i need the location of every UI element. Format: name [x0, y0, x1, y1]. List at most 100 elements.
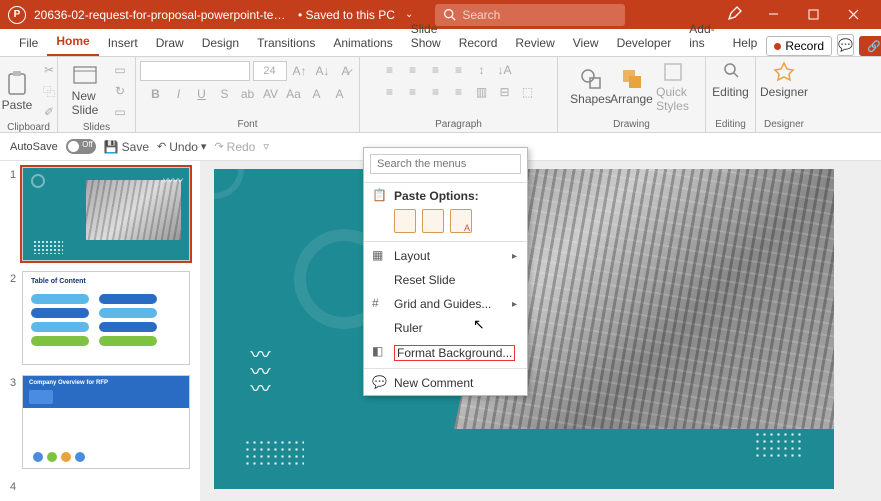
italic-button[interactable]: I — [169, 85, 189, 103]
clipboard-icon — [6, 70, 28, 96]
tab-home[interactable]: Home — [47, 30, 98, 56]
decrease-font-button[interactable]: A↓ — [313, 62, 333, 80]
paste-keep-formatting[interactable] — [394, 209, 416, 233]
font-size-select[interactable]: 24 — [253, 61, 287, 81]
maximize-button[interactable] — [793, 0, 833, 29]
shadow-button[interactable]: ab — [238, 85, 258, 103]
search-box[interactable]: Search — [435, 4, 625, 26]
align-right-button[interactable]: ≡ — [426, 83, 446, 101]
menu-ruler[interactable]: Ruler — [364, 316, 527, 340]
pen-icon[interactable] — [727, 5, 743, 24]
arrange-icon — [621, 68, 643, 90]
layout-button[interactable]: ▭ — [110, 61, 130, 79]
menu-layout[interactable]: ▦Layout▸ — [364, 244, 527, 268]
cut-button[interactable]: ✂ — [39, 61, 59, 79]
mouse-cursor-icon: ↖ — [473, 316, 485, 333]
share-button[interactable]: 🔗 Share ▾ — [859, 36, 881, 56]
format-painter-button[interactable]: ✐ — [39, 103, 59, 121]
tab-view[interactable]: View — [564, 32, 608, 56]
tab-file[interactable]: File — [10, 32, 47, 56]
tab-animations[interactable]: Animations — [324, 32, 401, 56]
tab-insert[interactable]: Insert — [99, 32, 147, 56]
slide-canvas[interactable]: 〰〰〰 〰〰〰〰 — [200, 161, 881, 501]
menu-format-background[interactable]: ◧Format Background... — [364, 340, 527, 366]
tab-developer[interactable]: Developer — [608, 32, 681, 56]
slide-thumbnail-3[interactable]: Company Overview for RFP — [22, 375, 190, 469]
bold-button[interactable]: B — [146, 85, 166, 103]
spacing-button[interactable]: AV — [261, 85, 281, 103]
paste-text-only[interactable]: A — [450, 209, 472, 233]
layout-icon: ▦ — [372, 248, 386, 262]
tab-design[interactable]: Design — [193, 32, 248, 56]
text-direction-button[interactable]: ↓A — [495, 61, 515, 79]
bullets-button[interactable]: ≡ — [380, 61, 400, 79]
paste-picture[interactable] — [422, 209, 444, 233]
chevron-right-icon: ▸ — [512, 251, 517, 262]
case-button[interactable]: Aa — [284, 85, 304, 103]
comments-button[interactable]: 💬 — [837, 34, 854, 56]
group-paragraph-label: Paragraph — [435, 119, 482, 130]
shapes-icon — [580, 68, 602, 90]
strike-button[interactable]: S — [215, 85, 235, 103]
line-spacing-button[interactable]: ↕ — [472, 61, 492, 79]
chevron-right-icon: ▸ — [512, 299, 517, 310]
menu-search-input[interactable] — [370, 154, 521, 174]
redo-button[interactable]: ↷ Redo — [214, 140, 255, 154]
font-family-select[interactable] — [140, 61, 250, 81]
menu-grid-guides[interactable]: #Grid and Guides...▸ — [364, 292, 527, 316]
quick-styles-button[interactable]: Quick Styles — [654, 61, 692, 113]
slide-thumbnail-1[interactable]: 〰〰 — [22, 167, 190, 261]
shapes-button[interactable]: Shapes — [572, 68, 610, 106]
smartart-button[interactable]: ⬚ — [518, 83, 538, 101]
underline-button[interactable]: U — [192, 85, 212, 103]
designer-button[interactable]: Designer — [765, 61, 803, 99]
tab-review[interactable]: Review — [506, 32, 563, 56]
minimize-button[interactable] — [753, 0, 793, 29]
justify-button[interactable]: ≡ — [449, 83, 469, 101]
menu-new-comment[interactable]: 💬New Comment — [364, 371, 527, 395]
reset-button[interactable]: ↻ — [110, 82, 130, 100]
paste-button[interactable]: Paste — [0, 70, 36, 112]
undo-button[interactable]: ↶ Undo ▾ — [157, 140, 206, 154]
tab-help[interactable]: Help — [724, 32, 767, 56]
autosave-toggle[interactable]: Off — [66, 139, 96, 154]
record-button[interactable]: Record — [766, 36, 832, 56]
increase-font-button[interactable]: A↑ — [290, 62, 310, 80]
close-button[interactable] — [833, 0, 873, 29]
editing-icon — [722, 61, 740, 83]
align-center-button[interactable]: ≡ — [403, 83, 423, 101]
align-text-button[interactable]: ⊟ — [495, 83, 515, 101]
new-slide-icon — [72, 65, 98, 87]
group-drawing-label: Drawing — [613, 119, 650, 130]
new-slide-button[interactable]: New Slide — [63, 65, 107, 117]
align-left-button[interactable]: ≡ — [380, 83, 400, 101]
tab-addins[interactable]: Add-ins — [680, 18, 723, 56]
slide-thumbnail-2[interactable]: Table of Content — [22, 271, 190, 365]
tab-slideshow[interactable]: Slide Show — [402, 18, 450, 56]
columns-button[interactable]: ▥ — [472, 83, 492, 101]
group-editing-label: Editing — [715, 119, 746, 130]
save-status[interactable]: • Saved to this PC — [298, 8, 395, 22]
tab-transitions[interactable]: Transitions — [248, 32, 324, 56]
menu-reset-slide[interactable]: Reset Slide — [364, 268, 527, 292]
section-button[interactable]: ▭ — [110, 103, 130, 121]
group-font-label: Font — [237, 119, 257, 130]
tab-record[interactable]: Record — [450, 32, 507, 56]
group-clipboard-label: Clipboard — [7, 122, 50, 133]
decrease-indent-button[interactable]: ≡ — [426, 61, 446, 79]
increase-indent-button[interactable]: ≡ — [449, 61, 469, 79]
highlight-button[interactable]: A — [307, 85, 327, 103]
numbering-button[interactable]: ≡ — [403, 61, 423, 79]
font-color-button[interactable]: A — [330, 85, 350, 103]
qat-customize[interactable]: ▿ — [263, 140, 269, 153]
slide-thumbnails-panel: 1 〰〰 2 Table of Content 3 Company Ove — [0, 161, 200, 501]
clipboard-icon: 📋 — [372, 188, 386, 202]
tab-draw[interactable]: Draw — [147, 32, 193, 56]
clear-format-button[interactable]: A̷ — [336, 62, 356, 80]
save-button[interactable]: 💾Save — [104, 140, 149, 154]
editing-button[interactable]: Editing — [712, 61, 750, 99]
arrange-button[interactable]: Arrange — [613, 68, 651, 106]
thumb-number: 2 — [10, 271, 22, 365]
context-menu: 📋Paste Options: A ▦Layout▸ Reset Slide #… — [363, 147, 528, 396]
copy-button[interactable]: ⿻ — [39, 82, 59, 100]
